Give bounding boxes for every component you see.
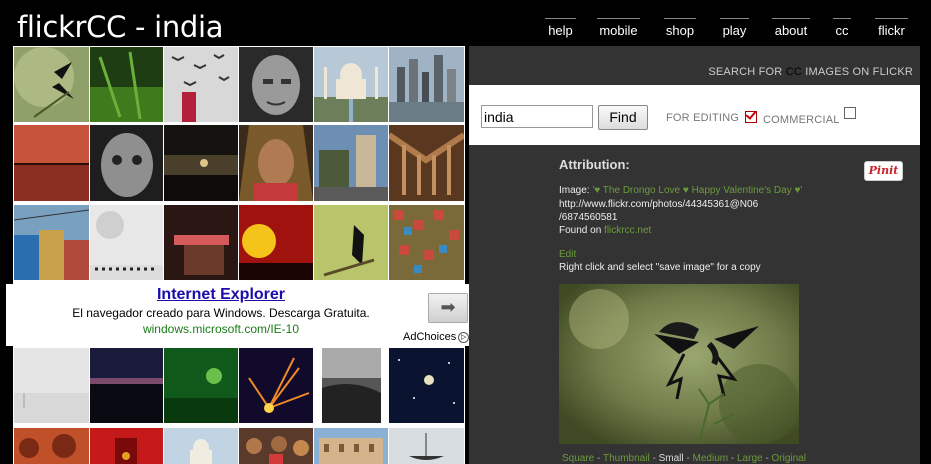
thumbnail-boat[interactable] [389, 428, 464, 464]
thumbnail-bird-branch[interactable] [314, 205, 388, 280]
size-large-link[interactable]: Large [737, 453, 763, 464]
commercial-checkbox[interactable] [844, 107, 856, 119]
search-heading-prefix: SEARCH FOR [708, 66, 783, 78]
thumbnail-colorful-street[interactable] [14, 205, 89, 280]
thumbnail-red-door[interactable] [90, 428, 163, 464]
size-medium-link[interactable]: Medium [693, 453, 729, 464]
thumbnail-taj-mahal[interactable] [314, 47, 388, 122]
thumbnail-temple-carvings[interactable] [389, 205, 464, 280]
thumbnail-foggy-trees[interactable] [90, 205, 163, 280]
found-on-line: Found on flickrcc.net [559, 225, 651, 236]
adchoices-link[interactable]: AdChoices ▷ [403, 331, 470, 343]
save-instruction: Right click and select "save image" for … [559, 262, 761, 273]
nav-about[interactable]: about [772, 18, 810, 38]
size-links: Square - Thumbnail - Small - Medium - La… [562, 453, 806, 464]
ad-arrow-button[interactable]: ➡ [428, 293, 468, 323]
size-separator: - [652, 453, 656, 464]
ad-banner: Internet Explorer El navegador creado pa… [6, 284, 474, 346]
thumbnail-sunset-pier[interactable] [14, 125, 89, 201]
arrow-right-icon: ➡ [440, 297, 456, 317]
thumbnail-red-sunset[interactable] [239, 205, 313, 280]
nav-mobile[interactable]: mobile [597, 18, 640, 38]
nav-play[interactable]: play [720, 18, 749, 38]
thumbnail-palace[interactable] [314, 428, 388, 464]
size-separator: - [765, 453, 769, 464]
search-heading: SEARCH FOR CC IMAGES ON FLICKR [708, 66, 913, 78]
found-on-link[interactable]: flickrcc.net [604, 225, 651, 236]
adchoices-label: AdChoices [403, 331, 457, 343]
size-separator: - [686, 453, 690, 464]
size-separator: - [730, 453, 735, 464]
size-small-current: Small [658, 453, 684, 464]
thumbnail-street-church[interactable] [314, 125, 388, 201]
thumbnail-night-bridge[interactable] [90, 348, 163, 423]
thumbnail-taj-distant[interactable] [164, 428, 238, 464]
header: flickrCC - india help mobile shop play a… [0, 0, 931, 46]
thumbnail-dusk-sea[interactable] [164, 125, 238, 201]
ad-description: El navegador creado para Windows. Descar… [72, 306, 370, 320]
image-line: Image: '♥ The Drongo Love ♥ Happy Valent… [559, 185, 802, 196]
thumbnail-market-stall[interactable] [164, 205, 238, 280]
nav-flickr[interactable]: flickr [875, 18, 908, 38]
thumbnail-woman-scarf[interactable] [239, 125, 313, 201]
commercial-label: COMMERCIAL [763, 114, 840, 126]
search-heading-suffix: IMAGES ON FLICKR [805, 66, 913, 78]
thumbnail-old-woman-bw[interactable] [90, 125, 163, 201]
thumbnail-green-field[interactable] [90, 47, 163, 122]
found-on-prefix: Found on [559, 225, 602, 236]
top-nav: help mobile shop play about cc flickr [0, 18, 931, 40]
ad-title-link[interactable]: Internet Explorer [6, 286, 436, 304]
ad-url-link[interactable]: windows.microsoft.com/IE-10 [6, 322, 436, 336]
for-editing-checkbox[interactable] [745, 111, 757, 123]
thumbnail-bw-coast[interactable] [322, 348, 381, 423]
thumbnail-colonnade[interactable] [389, 125, 464, 201]
nav-cc[interactable]: cc [833, 18, 851, 38]
search-heading-cc: CC [785, 66, 803, 78]
size-original-link[interactable]: Original [771, 453, 805, 464]
image-prefix: Image: [559, 185, 590, 196]
find-button[interactable]: Find [598, 105, 648, 130]
adchoices-icon: ▷ [458, 331, 470, 343]
nav-shop[interactable]: shop [664, 18, 696, 38]
thumbnail-orange-trees[interactable] [14, 428, 89, 464]
nav-help[interactable]: help [545, 18, 576, 38]
pinit-button[interactable]: Pinit [864, 161, 903, 181]
attribution-heading: Attribution: [559, 157, 630, 172]
size-square-link[interactable]: Square [562, 453, 594, 464]
size-separator: - [597, 453, 601, 464]
thumbnail-skyline[interactable] [389, 47, 464, 122]
thumbnail-fireworks[interactable] [239, 348, 313, 423]
thumbnail-birds[interactable] [164, 47, 238, 122]
thumbnail-night-sky[interactable] [389, 348, 464, 423]
image-url-line1: http://www.flickr.com/photos/44345361@N0… [559, 199, 759, 210]
thumbnail-green-drop[interactable] [164, 348, 238, 423]
edit-link[interactable]: Edit [559, 249, 576, 260]
thumbnail-drongo[interactable] [14, 47, 89, 122]
thumbnail-grid [0, 46, 468, 464]
thumbnail-misty-lake[interactable] [14, 348, 89, 423]
detail-panel: SEARCH FOR CC IMAGES ON FLICKR Find FOR … [469, 46, 920, 464]
search-bar: Find FOR EDITING COMMERCIAL [469, 85, 920, 145]
drongo-photo-image [559, 284, 799, 444]
for-editing-label: FOR EDITING [666, 112, 740, 124]
image-url-line2: /6874560581 [559, 212, 618, 223]
search-input[interactable] [481, 105, 593, 128]
selected-photo[interactable] [559, 284, 799, 444]
thumbnail-crowd[interactable] [239, 428, 313, 464]
thumbnail-old-man[interactable] [239, 47, 313, 122]
image-title-link[interactable]: '♥ The Drongo Love ♥ Happy Valentine's D… [592, 185, 802, 196]
size-thumbnail-link[interactable]: Thumbnail [603, 453, 650, 464]
